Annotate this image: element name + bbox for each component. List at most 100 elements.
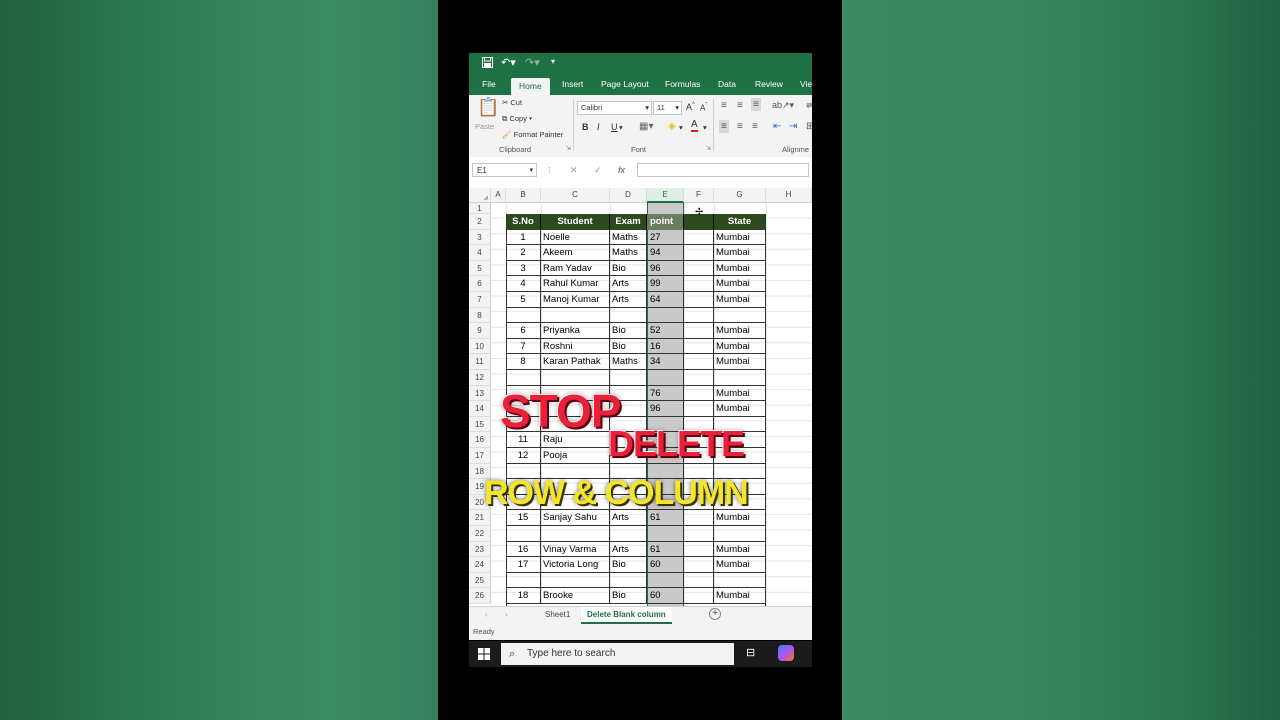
next-sheet-icon[interactable]: › bbox=[505, 610, 508, 619]
align-center-icon[interactable]: ≡ bbox=[737, 121, 743, 132]
table-cell-exam[interactable]: Arts bbox=[610, 276, 647, 292]
italic-button[interactable]: I bbox=[597, 122, 600, 132]
col-header-b[interactable]: B bbox=[506, 188, 541, 203]
table-cell-state[interactable]: Mumbai bbox=[714, 276, 766, 292]
table-cell-state[interactable]: Mumbai bbox=[714, 588, 766, 604]
table-cell-sno[interactable]: 8 bbox=[506, 354, 541, 370]
table-cell-point[interactable]: 16 bbox=[647, 338, 684, 355]
row-header[interactable]: 1 bbox=[469, 203, 491, 214]
table-cell-exam[interactable]: Bio bbox=[610, 323, 647, 339]
table-cell-state[interactable]: Mumbai bbox=[714, 401, 766, 417]
table-cell-sno[interactable]: 18 bbox=[506, 588, 541, 604]
table-cell-state[interactable]: Mumbai bbox=[714, 557, 766, 573]
row-header[interactable]: 8 bbox=[469, 307, 491, 324]
table-cell-exam[interactable] bbox=[610, 526, 647, 542]
bold-button[interactable]: B bbox=[582, 122, 589, 132]
table-cell-blank[interactable] bbox=[684, 245, 714, 261]
table-cell-state[interactable] bbox=[714, 307, 766, 324]
paste-button[interactable]: Paste bbox=[475, 122, 494, 131]
name-box[interactable]: E1 ▾ bbox=[472, 163, 537, 177]
table-cell-student[interactable] bbox=[541, 526, 610, 542]
table-cell-student[interactable]: Manoj Kumar bbox=[541, 292, 610, 308]
row-header[interactable]: 9 bbox=[469, 323, 491, 339]
table-cell-blank[interactable] bbox=[684, 338, 714, 355]
customize-toolbar-icon[interactable]: ▾ bbox=[551, 57, 555, 66]
row-header[interactable]: 11 bbox=[469, 354, 491, 370]
table-cell-point[interactable]: 94 bbox=[647, 245, 684, 261]
table-cell-point[interactable]: 99 bbox=[647, 276, 684, 292]
prev-sheet-icon[interactable]: ‹ bbox=[485, 610, 488, 619]
grow-font-icon[interactable]: A^ bbox=[686, 102, 695, 112]
table-cell-point[interactable] bbox=[647, 307, 684, 324]
table-cell-blank[interactable] bbox=[684, 292, 714, 308]
row-header[interactable]: 5 bbox=[469, 260, 491, 277]
table-cell-sno[interactable] bbox=[506, 572, 541, 589]
table-cell-point[interactable]: 96 bbox=[647, 401, 684, 417]
table-cell-student[interactable] bbox=[541, 572, 610, 589]
fill-color-dropdown-icon[interactable]: ▾ bbox=[679, 123, 683, 132]
redo-icon[interactable]: ↷▾ bbox=[525, 56, 540, 69]
table-cell-state[interactable]: Mumbai bbox=[714, 229, 766, 246]
table-cell-point[interactable]: 61 bbox=[647, 541, 684, 558]
table-cell-blank[interactable] bbox=[684, 229, 714, 246]
table-cell-state[interactable] bbox=[714, 572, 766, 589]
table-cell-state[interactable]: Mumbai bbox=[714, 323, 766, 339]
enter-icon[interactable]: ✓ bbox=[594, 165, 602, 176]
tab-data[interactable]: Data bbox=[718, 79, 736, 89]
table-cell-sno[interactable]: 17 bbox=[506, 557, 541, 573]
table-cell-exam[interactable]: Bio bbox=[610, 260, 647, 277]
table-cell-sno[interactable]: 12 bbox=[506, 448, 541, 464]
table-cell-student[interactable]: Vinay Varma bbox=[541, 541, 610, 558]
windows-start-icon[interactable] bbox=[478, 647, 490, 665]
table-cell-student[interactable]: Pooja bbox=[541, 448, 610, 464]
table-cell-sno[interactable]: 16 bbox=[506, 541, 541, 558]
table-cell-sno[interactable]: 1 bbox=[506, 229, 541, 246]
row-header[interactable]: 3 bbox=[469, 229, 491, 246]
table-cell-exam[interactable]: Maths bbox=[610, 229, 647, 246]
underline-dropdown-icon[interactable]: ▾ bbox=[619, 123, 623, 132]
row-header[interactable]: 4 bbox=[469, 245, 491, 261]
save-icon[interactable] bbox=[482, 57, 493, 71]
table-cell-blank[interactable] bbox=[684, 572, 714, 589]
tab-file[interactable]: File bbox=[482, 79, 496, 89]
table-cell-blank[interactable] bbox=[684, 307, 714, 324]
table-cell-blank[interactable] bbox=[684, 370, 714, 386]
format-painter-button[interactable]: 🖌 Format Painter bbox=[502, 130, 563, 139]
table-cell-student[interactable]: Rahul Kumar bbox=[541, 276, 610, 292]
tab-page-layout[interactable]: Page Layout bbox=[601, 79, 649, 89]
paste-icon[interactable]: 📋 bbox=[477, 98, 499, 116]
table-cell-blank[interactable] bbox=[684, 557, 714, 573]
font-name-select[interactable]: Calibri ▾ bbox=[577, 101, 652, 115]
table-cell-student[interactable]: Karan Pathak bbox=[541, 354, 610, 370]
sheet-tab-sheet1[interactable]: Sheet1 bbox=[545, 610, 570, 619]
table-cell-state[interactable] bbox=[714, 526, 766, 542]
underline-button[interactable]: U bbox=[611, 122, 618, 132]
font-color-dropdown-icon[interactable]: ▾ bbox=[703, 123, 707, 132]
formula-input[interactable] bbox=[637, 163, 809, 177]
table-cell-point[interactable] bbox=[647, 526, 684, 542]
table-cell-state[interactable]: Mumbai bbox=[714, 541, 766, 558]
col-header-c[interactable]: C bbox=[541, 188, 610, 203]
insert-function-icon[interactable]: fx bbox=[618, 165, 625, 175]
row-header[interactable]: 15 bbox=[469, 416, 491, 433]
table-cell-sno[interactable]: 7 bbox=[506, 338, 541, 355]
decrease-indent-icon[interactable]: ⇤ bbox=[773, 121, 781, 132]
cancel-icon[interactable]: ✕ bbox=[570, 165, 578, 176]
row-header[interactable]: 24 bbox=[469, 557, 491, 573]
tab-formulas[interactable]: Formulas bbox=[665, 79, 700, 89]
table-cell-blank[interactable] bbox=[684, 276, 714, 292]
font-size-select[interactable]: 11 ▾ bbox=[653, 101, 682, 115]
table-cell-point[interactable] bbox=[647, 370, 684, 386]
table-cell-sno[interactable]: 4 bbox=[506, 276, 541, 292]
table-cell-state[interactable] bbox=[714, 370, 766, 386]
table-cell-exam[interactable] bbox=[610, 307, 647, 324]
borders-icon[interactable]: ▦▾ bbox=[639, 121, 653, 132]
align-right-icon[interactable]: ≡ bbox=[752, 121, 758, 132]
cut-button[interactable]: ✂ Cut bbox=[502, 98, 522, 107]
col-header-h[interactable]: H bbox=[766, 188, 812, 203]
table-cell-point[interactable]: 76 bbox=[647, 385, 684, 402]
table-cell-student[interactable]: Brooke bbox=[541, 588, 610, 604]
table-cell-sno[interactable] bbox=[506, 307, 541, 324]
align-top-icon[interactable]: ≡ bbox=[721, 100, 727, 111]
shrink-font-icon[interactable]: Aˇ bbox=[700, 103, 707, 113]
